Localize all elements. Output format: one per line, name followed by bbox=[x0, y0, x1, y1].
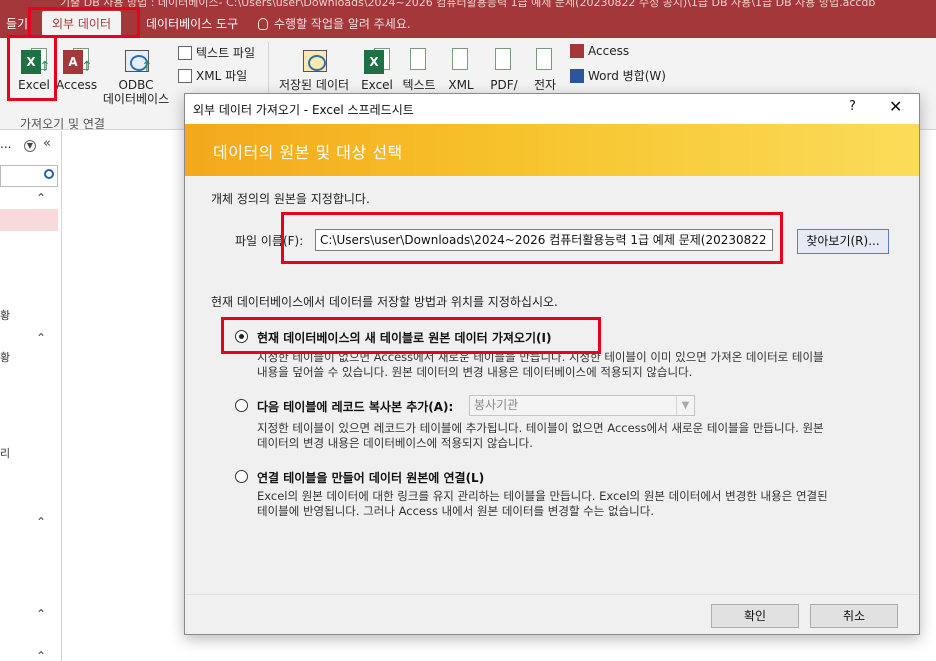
export-email-label: 전자 bbox=[533, 78, 557, 92]
export-email-button[interactable]: 전자 bbox=[526, 46, 564, 92]
word-icon bbox=[570, 69, 584, 83]
file-path-highlight-box bbox=[281, 212, 783, 264]
window-title: 기출 DB 사용 방법 : 데이터베이스- C:\Users\user\Down… bbox=[60, 0, 876, 8]
import-option-highlight-box bbox=[221, 317, 601, 354]
nav-chevron-icon[interactable]: ⌃ bbox=[36, 331, 46, 345]
option-link-label[interactable]: 연결 테이블을 만들어 데이터 원본에 연결(L) bbox=[257, 469, 484, 486]
nav-chevron-icon[interactable]: ⌃ bbox=[36, 607, 46, 621]
export-xml-label: XML bbox=[448, 78, 474, 92]
import-group-label: 가져오기 및 연결 bbox=[20, 117, 105, 131]
export-pdf-icon bbox=[489, 46, 519, 76]
nav-menu-icon[interactable]: ▼ bbox=[24, 140, 36, 152]
dialog-title-bar: 외부 데이터 가져오기 - Excel 스프레드시트 ? ✕ bbox=[185, 94, 919, 124]
access-icon: A ↑ bbox=[61, 46, 93, 76]
dialog-banner: 데이터의 원본 및 대상 선택 bbox=[185, 124, 919, 176]
tab-database-tools[interactable]: 데이터베이스 도구 bbox=[136, 11, 248, 38]
export-excel-label: Excel bbox=[361, 78, 393, 92]
odbc-label-1: ODBC bbox=[118, 78, 154, 92]
window-title-bar: 기출 DB 사용 방법 : 데이터베이스- C:\Users\user\Down… bbox=[0, 0, 936, 8]
nav-search-input[interactable] bbox=[0, 165, 58, 187]
odbc-label-2: 데이터베이스 bbox=[102, 92, 170, 106]
saved-exports-label: 저장된 데이터 bbox=[278, 78, 350, 92]
append-table-value: 봉사기관 bbox=[474, 398, 519, 412]
ok-button[interactable]: 확인 bbox=[711, 604, 799, 628]
append-table-select[interactable]: 봉사기관 ▼ bbox=[469, 395, 695, 416]
nav-chevron-icon[interactable]: ⌃ bbox=[36, 515, 46, 529]
xml-file-label: XML 파일 bbox=[196, 69, 248, 83]
tell-me-text: 수행할 작업을 알려 주세요. bbox=[274, 17, 411, 31]
export-access-button[interactable]: Access bbox=[570, 44, 629, 58]
text-file-icon bbox=[178, 46, 192, 60]
nav-item-fragment[interactable]: 리 bbox=[0, 445, 10, 461]
chevron-down-icon[interactable]: ▼ bbox=[676, 396, 694, 415]
option-link-radio[interactable] bbox=[235, 470, 248, 483]
option-append-desc: 데이터의 변경 내용은 데이터베이스에 적용되지 않습니다. bbox=[257, 436, 533, 450]
saved-exports-icon bbox=[299, 46, 329, 76]
option-append-radio[interactable] bbox=[235, 399, 248, 412]
tab-highlight-box bbox=[28, 7, 140, 38]
import-access-button[interactable]: A ↑ Access bbox=[56, 46, 98, 92]
browse-button[interactable]: 찾아보기(R)... bbox=[797, 229, 889, 254]
option-append-desc: 지정한 테이블이 있으면 레코드가 테이블에 추가됩니다. 테이블이 없으면 A… bbox=[257, 421, 824, 435]
import-access-label: Access bbox=[56, 78, 98, 92]
export-xml-button[interactable]: XML bbox=[442, 46, 480, 92]
text-file-label: 텍스트 파일 bbox=[196, 46, 256, 60]
search-icon bbox=[44, 169, 54, 179]
option-append-label[interactable]: 다음 테이블에 레코드 복사본 추가(A): bbox=[257, 398, 453, 415]
storage-instruction: 현재 데이터베이스에서 데이터를 저장할 방법과 위치를 지정하십시오. bbox=[211, 295, 558, 309]
export-text-button[interactable]: 텍스트 bbox=[398, 46, 440, 92]
excel-highlight-box bbox=[7, 35, 57, 101]
cancel-button[interactable]: 취소 bbox=[810, 604, 898, 628]
option-link-desc: 테이블에 반영됩니다. 그러나 Access 내에서 원본 데이터를 변경할 수… bbox=[257, 504, 654, 518]
export-excel-icon: X bbox=[362, 46, 392, 76]
access-small-icon bbox=[570, 44, 584, 58]
banner-title: 데이터의 원본 및 대상 선택 bbox=[213, 143, 403, 162]
odbc-globe-icon: ↑ bbox=[121, 46, 153, 76]
nav-item-fragment[interactable]: 황 bbox=[0, 307, 10, 323]
import-odbc-button[interactable]: ↑ ODBC 데이터베이스 bbox=[98, 46, 174, 106]
nav-chevron-icon[interactable]: ⌃ bbox=[36, 191, 46, 205]
nav-item-fragment[interactable]: 황 bbox=[0, 349, 10, 365]
word-merge-label: Word 병합(W) bbox=[588, 69, 666, 83]
navigation-pane: ... ▼ « ⌃ 황 ⌃ 황 리 ⌃ ⌃ ⌃ bbox=[0, 131, 62, 661]
export-text-label: 텍스트 bbox=[402, 78, 436, 92]
word-merge-button[interactable]: Word 병합(W) bbox=[570, 67, 666, 84]
export-xml-icon bbox=[446, 46, 476, 76]
close-button[interactable]: ✕ bbox=[889, 97, 902, 116]
option-import-desc: 내용을 덮어쓸 수 있습니다. 원본 데이터의 변경 내용은 데이터베이스에 적… bbox=[257, 365, 693, 379]
nav-title: ... bbox=[0, 137, 12, 151]
option-link-desc: Excel의 원본 데이터에 대한 링크를 유지 관리하는 테이블을 만듭니다.… bbox=[257, 489, 828, 503]
nav-collapse-button[interactable]: « bbox=[43, 136, 51, 151]
tell-me-box[interactable]: 수행할 작업을 알려 주세요. bbox=[258, 11, 411, 38]
nav-selected-item[interactable] bbox=[0, 209, 58, 231]
export-pdf-label: PDF/ bbox=[490, 78, 518, 92]
source-instruction: 개체 정의의 원본을 지정합니다. bbox=[211, 192, 370, 206]
lightbulb-icon bbox=[258, 18, 268, 30]
ribbon-tab-bar: 들기 외부 데이터 데이터베이스 도구 수행할 작업을 알려 주세요. bbox=[0, 8, 936, 38]
export-excel-button[interactable]: X Excel bbox=[358, 46, 396, 92]
import-excel-dialog: 외부 데이터 가져오기 - Excel 스프레드시트 ? ✕ 데이터의 원본 및… bbox=[184, 93, 920, 635]
export-text-icon bbox=[404, 46, 434, 76]
help-button[interactable]: ? bbox=[849, 99, 856, 114]
import-xml-file-button[interactable]: XML 파일 bbox=[178, 67, 247, 84]
import-text-file-button[interactable]: 텍스트 파일 bbox=[178, 44, 255, 61]
xml-file-icon bbox=[178, 69, 192, 83]
dialog-footer bbox=[185, 594, 919, 634]
export-access-label: Access bbox=[588, 44, 630, 58]
saved-exports-button[interactable]: 저장된 데이터 bbox=[274, 46, 354, 92]
dialog-title: 외부 데이터 가져오기 - Excel 스프레드시트 bbox=[193, 103, 414, 117]
nav-chevron-icon[interactable]: ⌃ bbox=[36, 649, 46, 661]
export-pdf-button[interactable]: PDF/ bbox=[484, 46, 524, 92]
email-attach-icon bbox=[530, 46, 560, 76]
